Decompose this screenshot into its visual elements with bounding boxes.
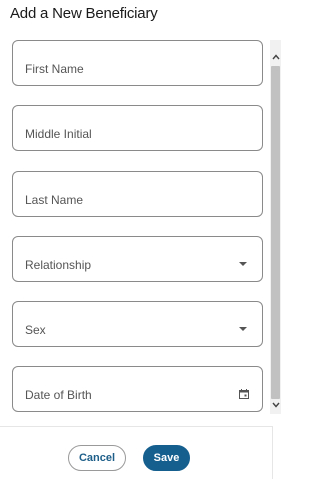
form-scrollbar[interactable] xyxy=(270,40,281,414)
footer-divider xyxy=(0,426,272,427)
caret-down-icon[interactable] xyxy=(239,262,247,266)
middle-initial-field[interactable]: Middle Initial xyxy=(12,105,263,151)
middle-initial-placeholder: Middle Initial xyxy=(25,127,92,141)
beneficiary-form: First Name Middle Initial Last Name Rela… xyxy=(0,34,269,416)
sex-placeholder: Sex xyxy=(25,323,46,337)
footer-right-rule xyxy=(272,426,273,479)
date-of-birth-field[interactable]: Date of Birth xyxy=(12,366,263,412)
first-name-placeholder: First Name xyxy=(25,62,84,76)
first-name-field[interactable]: First Name xyxy=(12,40,263,86)
scroll-down-arrow-icon[interactable] xyxy=(270,398,281,412)
last-name-field[interactable]: Last Name xyxy=(12,171,263,217)
caret-down-icon[interactable] xyxy=(239,327,247,331)
cancel-button[interactable]: Cancel xyxy=(68,445,126,471)
scrollbar-thumb[interactable] xyxy=(271,66,280,399)
calendar-icon[interactable] xyxy=(239,389,249,399)
relationship-select[interactable]: Relationship xyxy=(12,236,263,282)
relationship-placeholder: Relationship xyxy=(25,258,92,272)
dialog-title: Add a New Beneficiary xyxy=(10,5,158,22)
scroll-up-arrow-icon[interactable] xyxy=(270,50,281,64)
sex-select[interactable]: Sex xyxy=(12,301,263,347)
last-name-placeholder: Last Name xyxy=(25,193,84,207)
date-of-birth-placeholder: Date of Birth xyxy=(25,388,92,402)
save-button[interactable]: Save xyxy=(143,445,190,471)
